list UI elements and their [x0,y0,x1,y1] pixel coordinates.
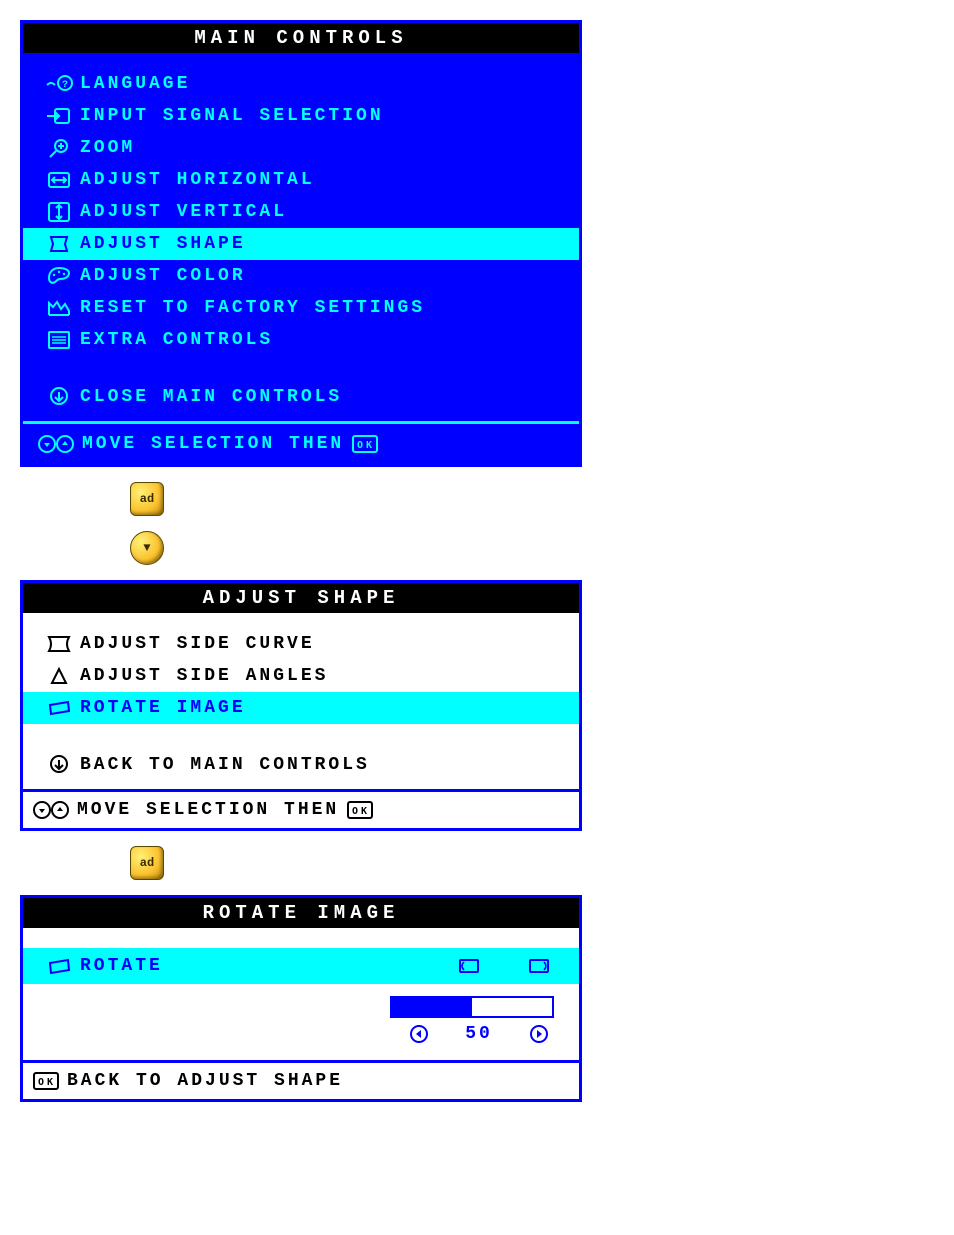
rotate-icon [38,955,80,977]
physical-down-button[interactable]: ▼ [130,531,164,565]
svg-text:OK: OK [352,806,370,817]
menu-item-language[interactable]: ? LANGUAGE [38,68,564,100]
menu-item-side-angles[interactable]: ADJUST SIDE ANGLES [38,660,564,692]
menu-label: ZOOM [80,138,564,158]
updown-icon [38,434,74,454]
physical-ok-button-2[interactable]: ad [130,846,164,880]
main-title: MAIN CONTROLS [23,23,579,53]
menu-item-input[interactable]: INPUT SIGNAL SELECTION [38,100,564,132]
menu-item-back-main[interactable]: BACK TO MAIN CONTROLS [38,749,564,781]
rotate-value: 50 [459,1024,499,1044]
value-row: 50 [38,1024,564,1052]
ok-icon: OK [33,1072,59,1090]
menu-item-rotate-image[interactable]: ROTATE IMAGE [23,692,579,724]
shape-icon [38,233,80,255]
ok-glyph: ad [140,492,154,506]
adjust-shape-panel: ADJUST SHAPE ADJUST SIDE CURVE ADJUST SI… [20,580,582,831]
rotate-body: ROTATE 50 [23,928,579,1060]
rotate-image-panel: ROTATE IMAGE ROTATE [20,895,582,1102]
curve-icon [38,634,80,654]
angle-icon [38,666,80,686]
close-icon [38,386,80,408]
main-controls-panel: MAIN CONTROLS ? LANGUAGE INPUT SIGNAL SE… [20,20,582,467]
rotate-icon [38,698,80,718]
menu-label: CLOSE MAIN CONTROLS [80,387,564,407]
updown-icon [33,800,69,820]
rotate-slider[interactable] [390,996,554,1018]
hint-text: MOVE SELECTION THEN [77,800,339,820]
svg-text:OK: OK [38,1077,56,1088]
slider-fill [392,998,472,1016]
menu-item-close[interactable]: CLOSE MAIN CONTROLS [38,381,564,413]
vertical-icon [38,201,80,223]
menu-label: INPUT SIGNAL SELECTION [80,106,564,126]
zoom-icon [38,137,80,159]
menu-item-side-curve[interactable]: ADJUST SIDE CURVE [38,628,564,660]
back-icon [38,754,80,776]
menu-label: ADJUST COLOR [80,266,564,286]
ok-glyph: ad [140,856,154,870]
physical-ok-button[interactable]: ad [130,482,164,516]
rotate-title: ROTATE IMAGE [23,898,579,928]
ok-icon: OK [352,435,378,453]
svg-text:OK: OK [357,440,375,451]
reset-icon [38,297,80,319]
menu-label: EXTRA CONTROLS [80,330,564,350]
menu-item-zoom[interactable]: ZOOM [38,132,564,164]
hint-text: MOVE SELECTION THEN [82,434,344,454]
main-menu-body: ? LANGUAGE INPUT SIGNAL SELECTION ZOOM A… [23,53,579,421]
menu-label: ADJUST VERTICAL [80,202,564,222]
svg-text:?: ? [62,80,71,91]
shape-menu-body: ADJUST SIDE CURVE ADJUST SIDE ANGLES ROT… [23,613,579,789]
rotate-row[interactable]: ROTATE [23,948,579,984]
slider-row [38,990,564,1024]
menu-label: BACK TO MAIN CONTROLS [80,755,564,775]
menu-label: ADJUST SHAPE [80,234,564,254]
back-text: BACK TO ADJUST SHAPE [67,1071,343,1091]
horizontal-icon [38,169,80,191]
ok-icon: OK [347,801,373,819]
menu-label: LANGUAGE [80,74,564,94]
main-hint-bar: MOVE SELECTION THEN OK [23,421,579,464]
rotate-label: ROTATE [80,956,163,976]
extra-icon [38,329,80,351]
input-icon [38,105,80,127]
shape-title: ADJUST SHAPE [23,583,579,613]
language-icon: ? [38,73,80,95]
menu-item-adjust-shape[interactable]: ADJUST SHAPE [23,228,579,260]
menu-item-reset[interactable]: RESET TO FACTORY SETTINGS [38,292,564,324]
left-arrow-icon[interactable] [409,1024,429,1044]
rotate-ccw-icon [454,955,484,977]
menu-item-adjust-horizontal[interactable]: ADJUST HORIZONTAL [38,164,564,196]
menu-item-adjust-color[interactable]: ADJUST COLOR [38,260,564,292]
menu-label: ADJUST SIDE ANGLES [80,666,564,686]
rotate-hint-bar: OK BACK TO ADJUST SHAPE [23,1060,579,1099]
menu-item-adjust-vertical[interactable]: ADJUST VERTICAL [38,196,564,228]
menu-label: ROTATE IMAGE [80,698,564,718]
menu-label: RESET TO FACTORY SETTINGS [80,298,564,318]
menu-label: ADJUST HORIZONTAL [80,170,564,190]
menu-label: ADJUST SIDE CURVE [80,634,564,654]
rotate-cw-icon [524,955,554,977]
shape-hint-bar: MOVE SELECTION THEN OK [23,789,579,828]
down-glyph: ▼ [143,541,150,555]
menu-item-extra[interactable]: EXTRA CONTROLS [38,324,564,356]
right-arrow-icon[interactable] [529,1024,549,1044]
color-icon [38,265,80,287]
